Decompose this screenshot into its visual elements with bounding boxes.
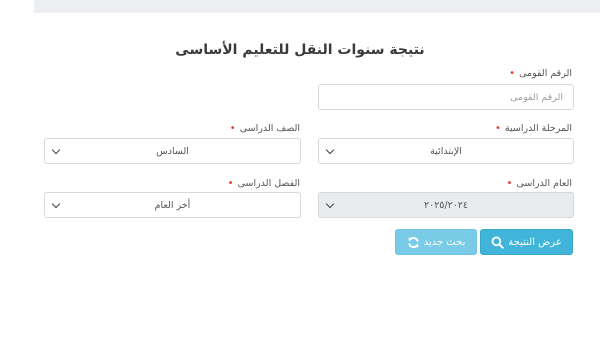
new-search-button[interactable]: بحث جديد xyxy=(395,229,477,255)
required-mark: • xyxy=(227,178,234,189)
page-title: نتيجة سنوات النقل للتعليم الأساسى xyxy=(175,42,425,58)
term-label-text: الفصل الدراسى xyxy=(237,178,300,189)
national-id-label: الرقم القومى • xyxy=(509,68,572,79)
stage-label: المرحلة الدراسية • xyxy=(495,123,572,134)
show-result-label: عرض النتيجة xyxy=(508,236,562,248)
required-mark: • xyxy=(229,123,236,134)
grade-label: الصف الدراسى • xyxy=(230,123,300,134)
refresh-icon xyxy=(407,236,420,249)
year-label-text: العام الدراسى xyxy=(516,178,572,189)
required-mark: • xyxy=(509,68,516,79)
required-mark: • xyxy=(494,123,501,134)
national-id-label-text: الرقم القومى xyxy=(519,68,572,79)
term-label: الفصل الدراسى • xyxy=(228,178,300,189)
grade-label-text: الصف الدراسى xyxy=(239,123,300,134)
term-select[interactable]: أخر العام xyxy=(44,192,301,218)
show-result-button[interactable]: عرض النتيجة xyxy=(480,229,573,255)
grade-select[interactable]: السادس xyxy=(44,138,301,164)
grade-value: السادس xyxy=(156,145,189,157)
required-mark: • xyxy=(506,178,513,189)
year-value: ٢٠٢٥/٢٠٢٤ xyxy=(423,199,469,211)
top-band xyxy=(34,0,600,13)
new-search-label: بحث جديد xyxy=(423,236,466,248)
stage-value: الإبتدائية xyxy=(430,145,462,157)
term-value: أخر العام xyxy=(154,199,191,211)
stage-label-text: المرحلة الدراسية xyxy=(504,123,572,134)
year-label: العام الدراسى • xyxy=(507,178,572,189)
year-select: ٢٠٢٥/٢٠٢٤ xyxy=(318,192,574,218)
national-id-input[interactable] xyxy=(329,91,563,103)
search-icon xyxy=(491,236,505,249)
stage-select[interactable]: الإبتدائية xyxy=(318,138,574,164)
national-id-field[interactable] xyxy=(318,84,574,110)
